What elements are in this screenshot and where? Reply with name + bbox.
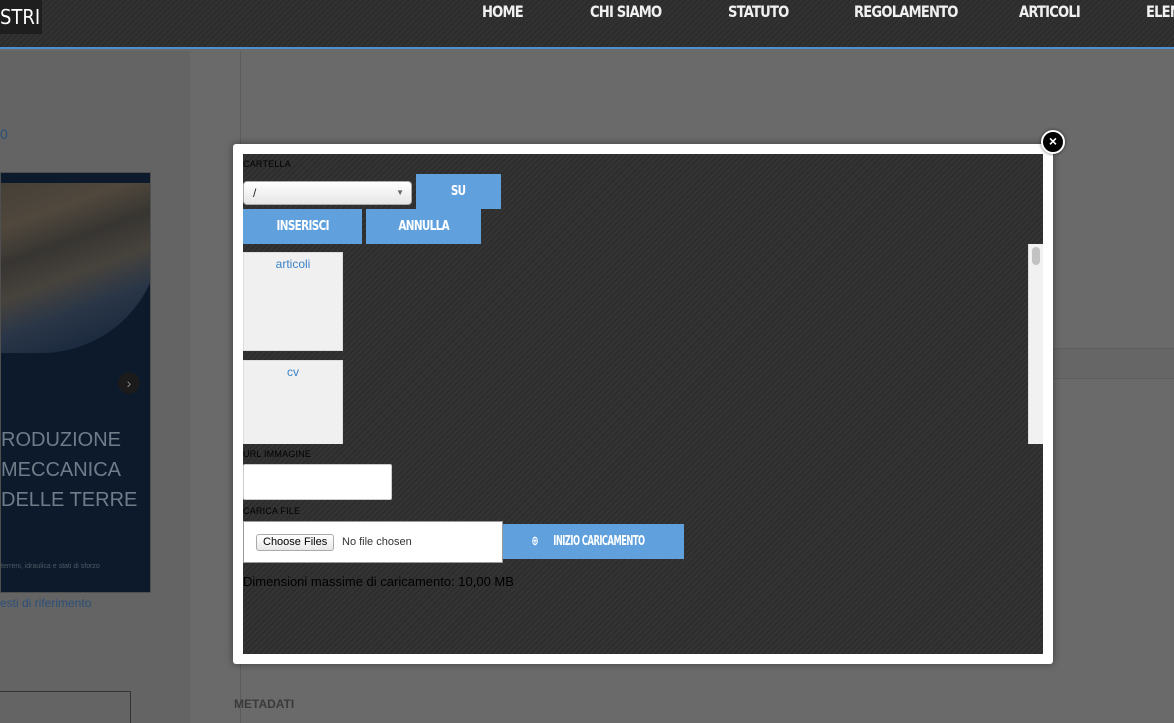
folder-item-articoli[interactable]: articoli	[243, 252, 343, 351]
image-url-label: URL IMMAGINE	[243, 449, 312, 459]
top-navbar: STRI HOME CHI SIAMO STATUTO REGOLAMENTO …	[0, 0, 1174, 49]
sidebar-link[interactable]: 0	[0, 126, 8, 142]
upload-icon: ⊕	[531, 534, 539, 549]
book-title-line-2: MECCANICA	[1, 459, 122, 481]
folder-item-label: cv	[287, 365, 299, 379]
book-title-line-3: DELLE TERRE	[1, 489, 138, 511]
insert-button[interactable]: INSERISCI	[243, 209, 362, 244]
folder-item-label: articoli	[275, 257, 311, 271]
choose-files-button[interactable]: Choose Files	[256, 534, 335, 551]
start-upload-label: INIZIO CARICAMENTO	[553, 534, 645, 549]
folder-item-cv[interactable]: cv	[243, 360, 343, 444]
site-logo[interactable]: STRI	[0, 0, 42, 34]
up-button-label: SU	[451, 184, 466, 199]
sidebar-box	[0, 691, 131, 723]
nav-item-home[interactable]: HOME	[482, 0, 524, 24]
no-file-chosen-text: No file chosen	[342, 536, 412, 548]
insert-button-label: INSERISCI	[276, 219, 329, 234]
up-button[interactable]: SU	[416, 174, 501, 209]
book-title-line-1: RODUZIONE	[1, 429, 121, 451]
max-upload-size-text: Dimensioni massime di caricamento: 10,00…	[243, 574, 514, 589]
folder-list: articoli cv	[243, 244, 1043, 444]
folder-label: CARTELLA	[243, 159, 291, 169]
chevron-right-icon[interactable]: ›	[118, 372, 140, 394]
book-subtitle: terreni, idraulica e stati di sforzo	[1, 563, 100, 570]
book-cover-strata-graphic	[1, 183, 150, 353]
cancel-button-label: ANNULLA	[398, 219, 449, 234]
book-cover-image[interactable]: › RODUZIONE MECCANICA DELLE TERRE terren…	[0, 172, 151, 593]
scrollbar-thumb[interactable]	[1032, 247, 1040, 265]
nav-item-statuto[interactable]: STATUTO	[728, 0, 789, 24]
folder-select-value: /	[253, 186, 257, 200]
image-url-input[interactable]	[243, 464, 392, 500]
cancel-button[interactable]: ANNULLA	[366, 209, 481, 244]
reference-texts-link[interactable]: esti di riferimento	[0, 596, 91, 610]
nav-item-elenco[interactable]: ELEN	[1146, 0, 1174, 24]
caret-down-icon: ▼	[396, 188, 404, 197]
file-input[interactable]: Choose Files No file chosen	[243, 521, 503, 563]
nav-item-chi-siamo[interactable]: CHI SIAMO	[590, 0, 662, 24]
folder-list-scrollbar[interactable]	[1028, 244, 1043, 444]
folder-select[interactable]: / ▼	[243, 181, 412, 205]
upload-file-label: CARICA FILE	[243, 506, 301, 516]
nav-item-articoli[interactable]: ARTICOLI	[1019, 0, 1081, 24]
metadati-heading: METADATI	[234, 697, 295, 711]
close-icon[interactable]: ×	[1041, 130, 1065, 154]
nav-item-regolamento[interactable]: REGOLAMENTO	[854, 0, 958, 24]
start-upload-button[interactable]: ⊕ INIZIO CARICAMENTO	[503, 524, 684, 559]
